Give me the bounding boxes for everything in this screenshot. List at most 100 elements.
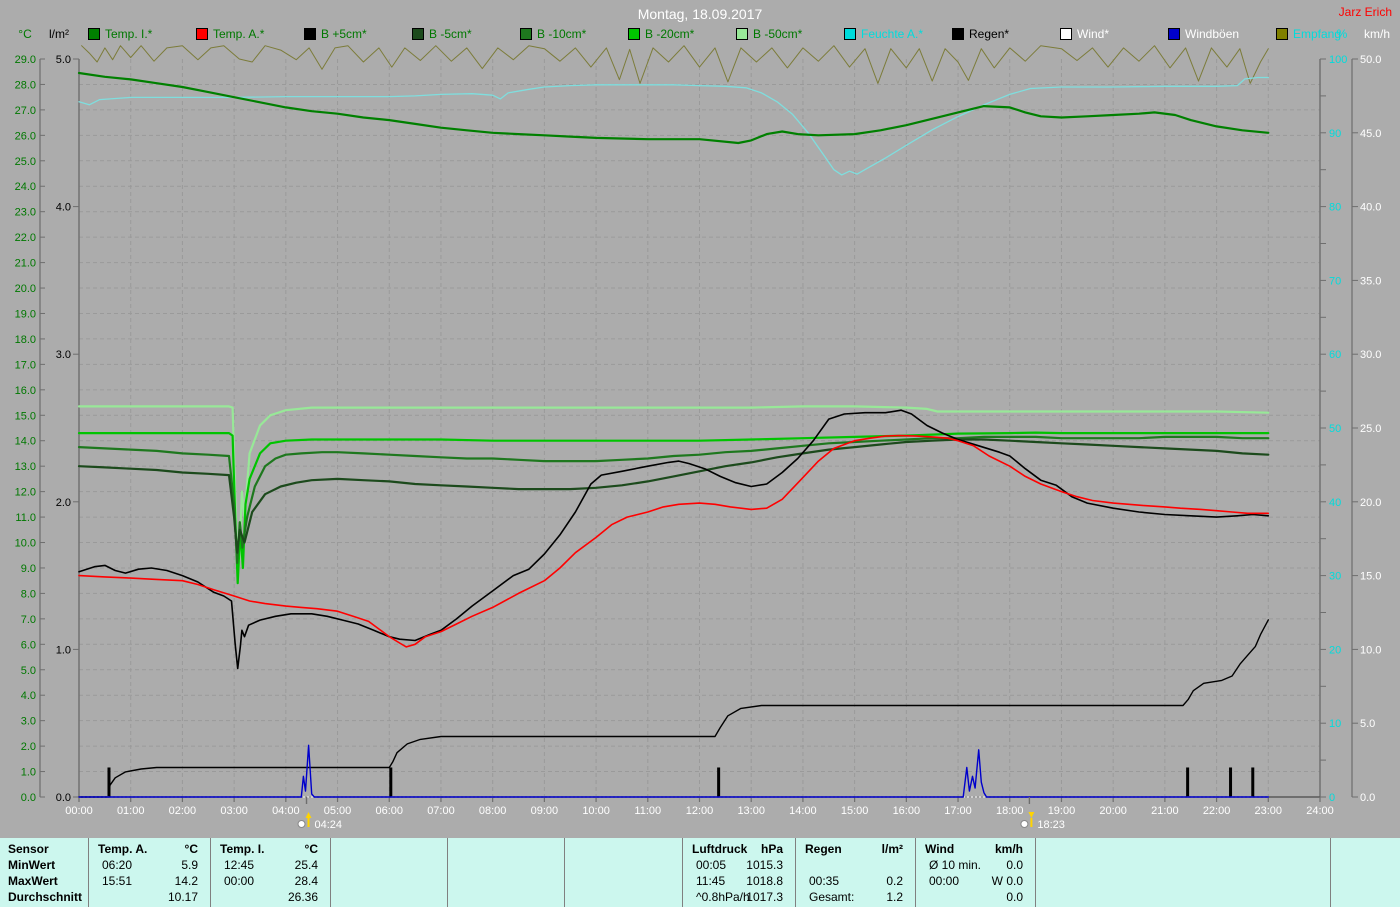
sensor-unit: l/m² (795, 841, 903, 857)
svg-text:29.0: 29.0 (15, 54, 36, 66)
series-temp-a (79, 436, 1268, 647)
svg-text:70: 70 (1329, 275, 1341, 287)
svg-text:13:00: 13:00 (737, 805, 765, 817)
svg-text:23:00: 23:00 (1255, 805, 1283, 817)
sunset-sun-icon (1021, 821, 1028, 828)
svg-text:21.0: 21.0 (15, 258, 36, 270)
svg-text:17:00: 17:00 (944, 805, 972, 817)
svg-text:06:00: 06:00 (375, 805, 403, 817)
sensor-unit: km/h (915, 841, 1023, 857)
series-temp-i (79, 73, 1268, 143)
sensor-value: 26.36 (210, 889, 318, 905)
series-feuchte-a (79, 78, 1268, 175)
svg-text:0.0: 0.0 (21, 792, 36, 804)
rain-bar (1229, 767, 1232, 797)
svg-text:8.0: 8.0 (21, 588, 36, 600)
svg-text:25.0: 25.0 (15, 156, 36, 168)
svg-text:100: 100 (1329, 54, 1347, 66)
svg-text:22:00: 22:00 (1203, 805, 1231, 817)
svg-text:18:23: 18:23 (1037, 819, 1065, 831)
svg-text:7.0: 7.0 (21, 614, 36, 626)
sensor-unit: hPa (682, 841, 783, 857)
svg-text:60: 60 (1329, 349, 1341, 361)
svg-text:50.0: 50.0 (1360, 54, 1381, 66)
svg-text:9.0: 9.0 (21, 563, 36, 575)
svg-text:15:00: 15:00 (841, 805, 869, 817)
svg-text:2.0: 2.0 (21, 741, 36, 753)
table-row-label: MaxWert (8, 873, 58, 889)
svg-text:20.0: 20.0 (15, 283, 36, 295)
svg-text:3.0: 3.0 (21, 716, 36, 728)
svg-text:02:00: 02:00 (169, 805, 197, 817)
svg-text:00:00: 00:00 (65, 805, 93, 817)
sensor-value: 1017.3 (682, 889, 783, 905)
svg-text:20: 20 (1329, 644, 1341, 656)
svg-text:21:00: 21:00 (1151, 805, 1179, 817)
svg-text:20.0: 20.0 (1360, 497, 1381, 509)
svg-text:04:00: 04:00 (272, 805, 300, 817)
table-divider (1330, 838, 1331, 907)
chart-plot-area[interactable]: 0.01.02.03.04.05.06.07.08.09.010.011.012… (0, 0, 1400, 838)
svg-text:15.0: 15.0 (15, 410, 36, 422)
svg-text:12:00: 12:00 (686, 805, 714, 817)
svg-text:40: 40 (1329, 497, 1341, 509)
svg-text:0.0: 0.0 (56, 792, 71, 804)
sensor-value: 1.2 (795, 889, 903, 905)
svg-text:0: 0 (1329, 792, 1335, 804)
svg-text:07:00: 07:00 (427, 805, 455, 817)
svg-text:80: 80 (1329, 202, 1341, 214)
svg-text:16:00: 16:00 (893, 805, 921, 817)
table-divider (447, 838, 448, 907)
weather-app-window: Montag, 18.09.2017 Jarz Erich °C l/m² % … (0, 0, 1400, 907)
sensor-value: 10.17 (88, 889, 198, 905)
series-b-5cm (79, 410, 1268, 668)
svg-text:19:00: 19:00 (1048, 805, 1076, 817)
svg-text:45.0: 45.0 (1360, 128, 1381, 140)
svg-text:19.0: 19.0 (15, 308, 36, 320)
svg-text:0.0: 0.0 (1360, 792, 1375, 804)
sensor-unit: °C (88, 841, 198, 857)
rain-bar (389, 767, 392, 797)
svg-text:27.0: 27.0 (15, 105, 36, 117)
rain-bar (1251, 767, 1254, 797)
svg-text:10:00: 10:00 (582, 805, 610, 817)
svg-text:30: 30 (1329, 571, 1341, 583)
table-row-label: Durchschnitt (8, 889, 82, 905)
sensor-value: 0.0 (915, 857, 1023, 873)
rain-bar (717, 767, 720, 797)
svg-text:04:24: 04:24 (315, 819, 343, 831)
sensor-value: 14.2 (88, 873, 198, 889)
svg-text:05:00: 05:00 (324, 805, 352, 817)
axis-tick-labels: 0.01.02.03.04.05.06.07.08.09.010.011.012… (15, 54, 1382, 817)
svg-text:2.0: 2.0 (56, 497, 71, 509)
table-row-label: Sensor (8, 841, 49, 857)
sensor-unit: °C (210, 841, 318, 857)
table-divider (564, 838, 565, 907)
svg-text:40.0: 40.0 (1360, 202, 1381, 214)
svg-text:09:00: 09:00 (531, 805, 559, 817)
svg-text:13.0: 13.0 (15, 461, 36, 473)
svg-text:18.0: 18.0 (15, 334, 36, 346)
series-empfang (82, 46, 1269, 84)
svg-text:14:00: 14:00 (789, 805, 817, 817)
svg-text:12.0: 12.0 (15, 487, 36, 499)
svg-text:03:00: 03:00 (220, 805, 248, 817)
table-divider (1035, 838, 1036, 907)
svg-text:50: 50 (1329, 423, 1341, 435)
sunset-arrow-icon (1028, 812, 1034, 818)
summary-table: SensorMinWertMaxWertDurchschnittTemp. A.… (0, 838, 1400, 907)
sensor-value: 25.4 (210, 857, 318, 873)
svg-text:24:00: 24:00 (1306, 805, 1334, 817)
svg-text:26.0: 26.0 (15, 130, 36, 142)
svg-text:14.0: 14.0 (15, 436, 36, 448)
svg-text:20:00: 20:00 (1099, 805, 1127, 817)
svg-text:08:00: 08:00 (479, 805, 507, 817)
svg-text:15.0: 15.0 (1360, 571, 1381, 583)
sensor-value: 0.0 (915, 889, 1023, 905)
svg-text:1.0: 1.0 (56, 644, 71, 656)
sensor-value: 1015.3 (682, 857, 783, 873)
svg-text:1.0: 1.0 (21, 767, 36, 779)
svg-text:3.0: 3.0 (56, 349, 71, 361)
svg-text:4.0: 4.0 (56, 202, 71, 214)
svg-text:01:00: 01:00 (117, 805, 145, 817)
